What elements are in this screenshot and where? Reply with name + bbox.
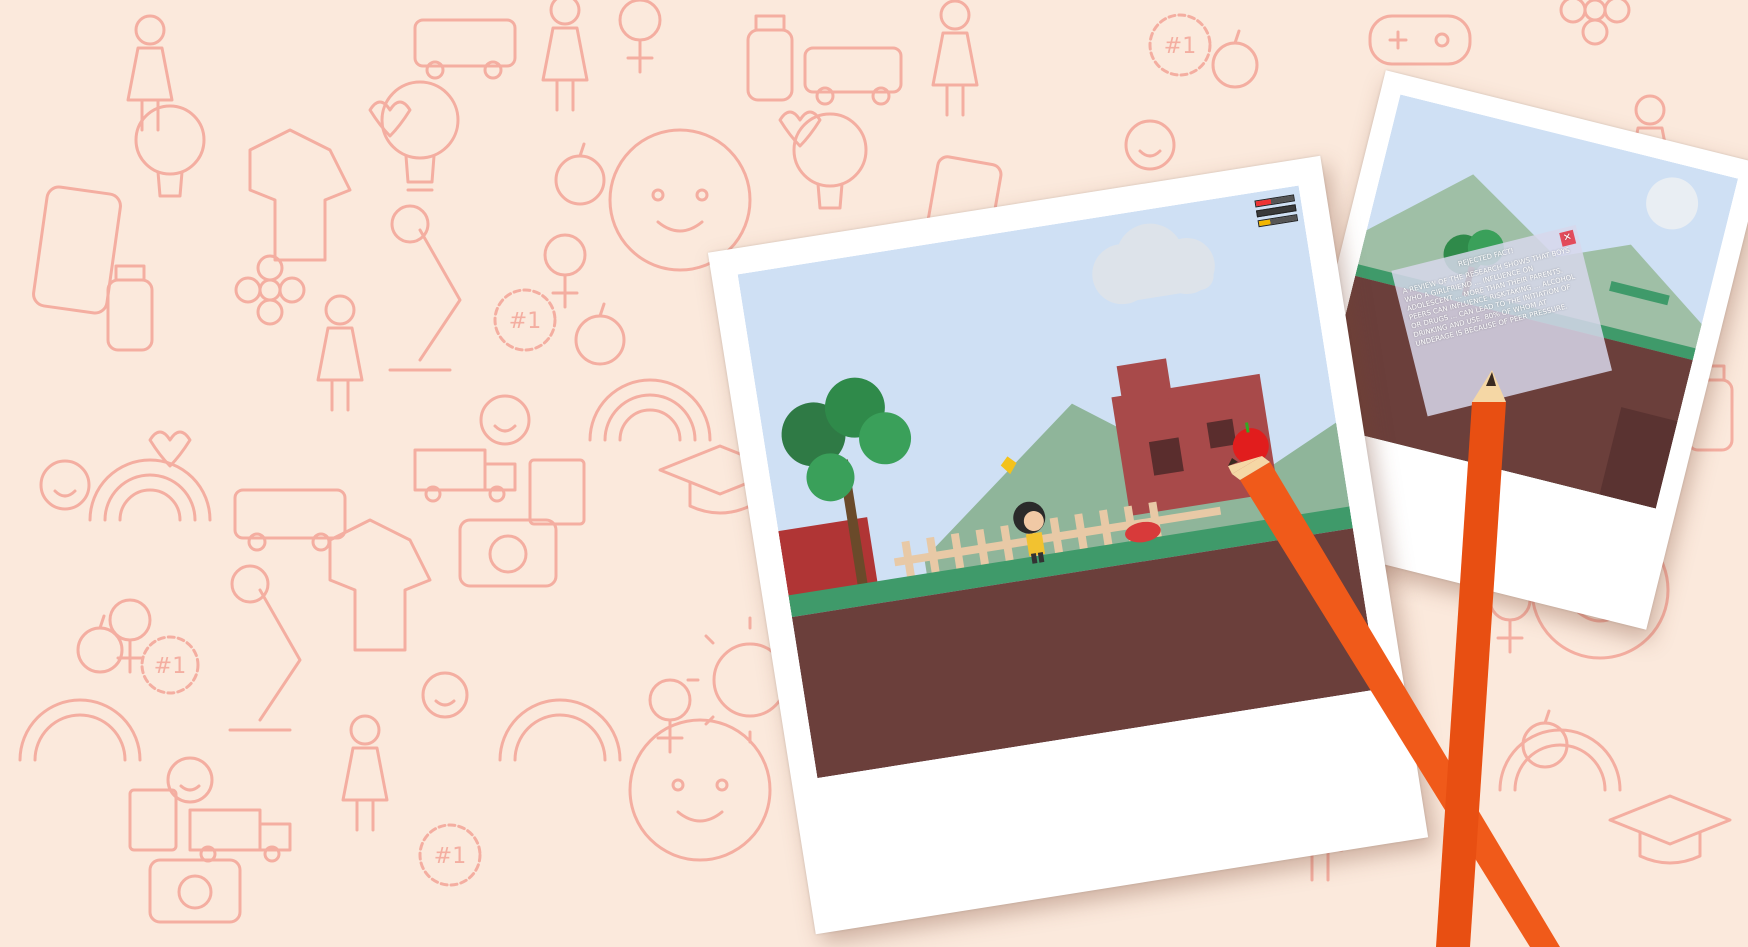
pencil-left (1228, 456, 1560, 947)
pencils (1228, 370, 1560, 947)
